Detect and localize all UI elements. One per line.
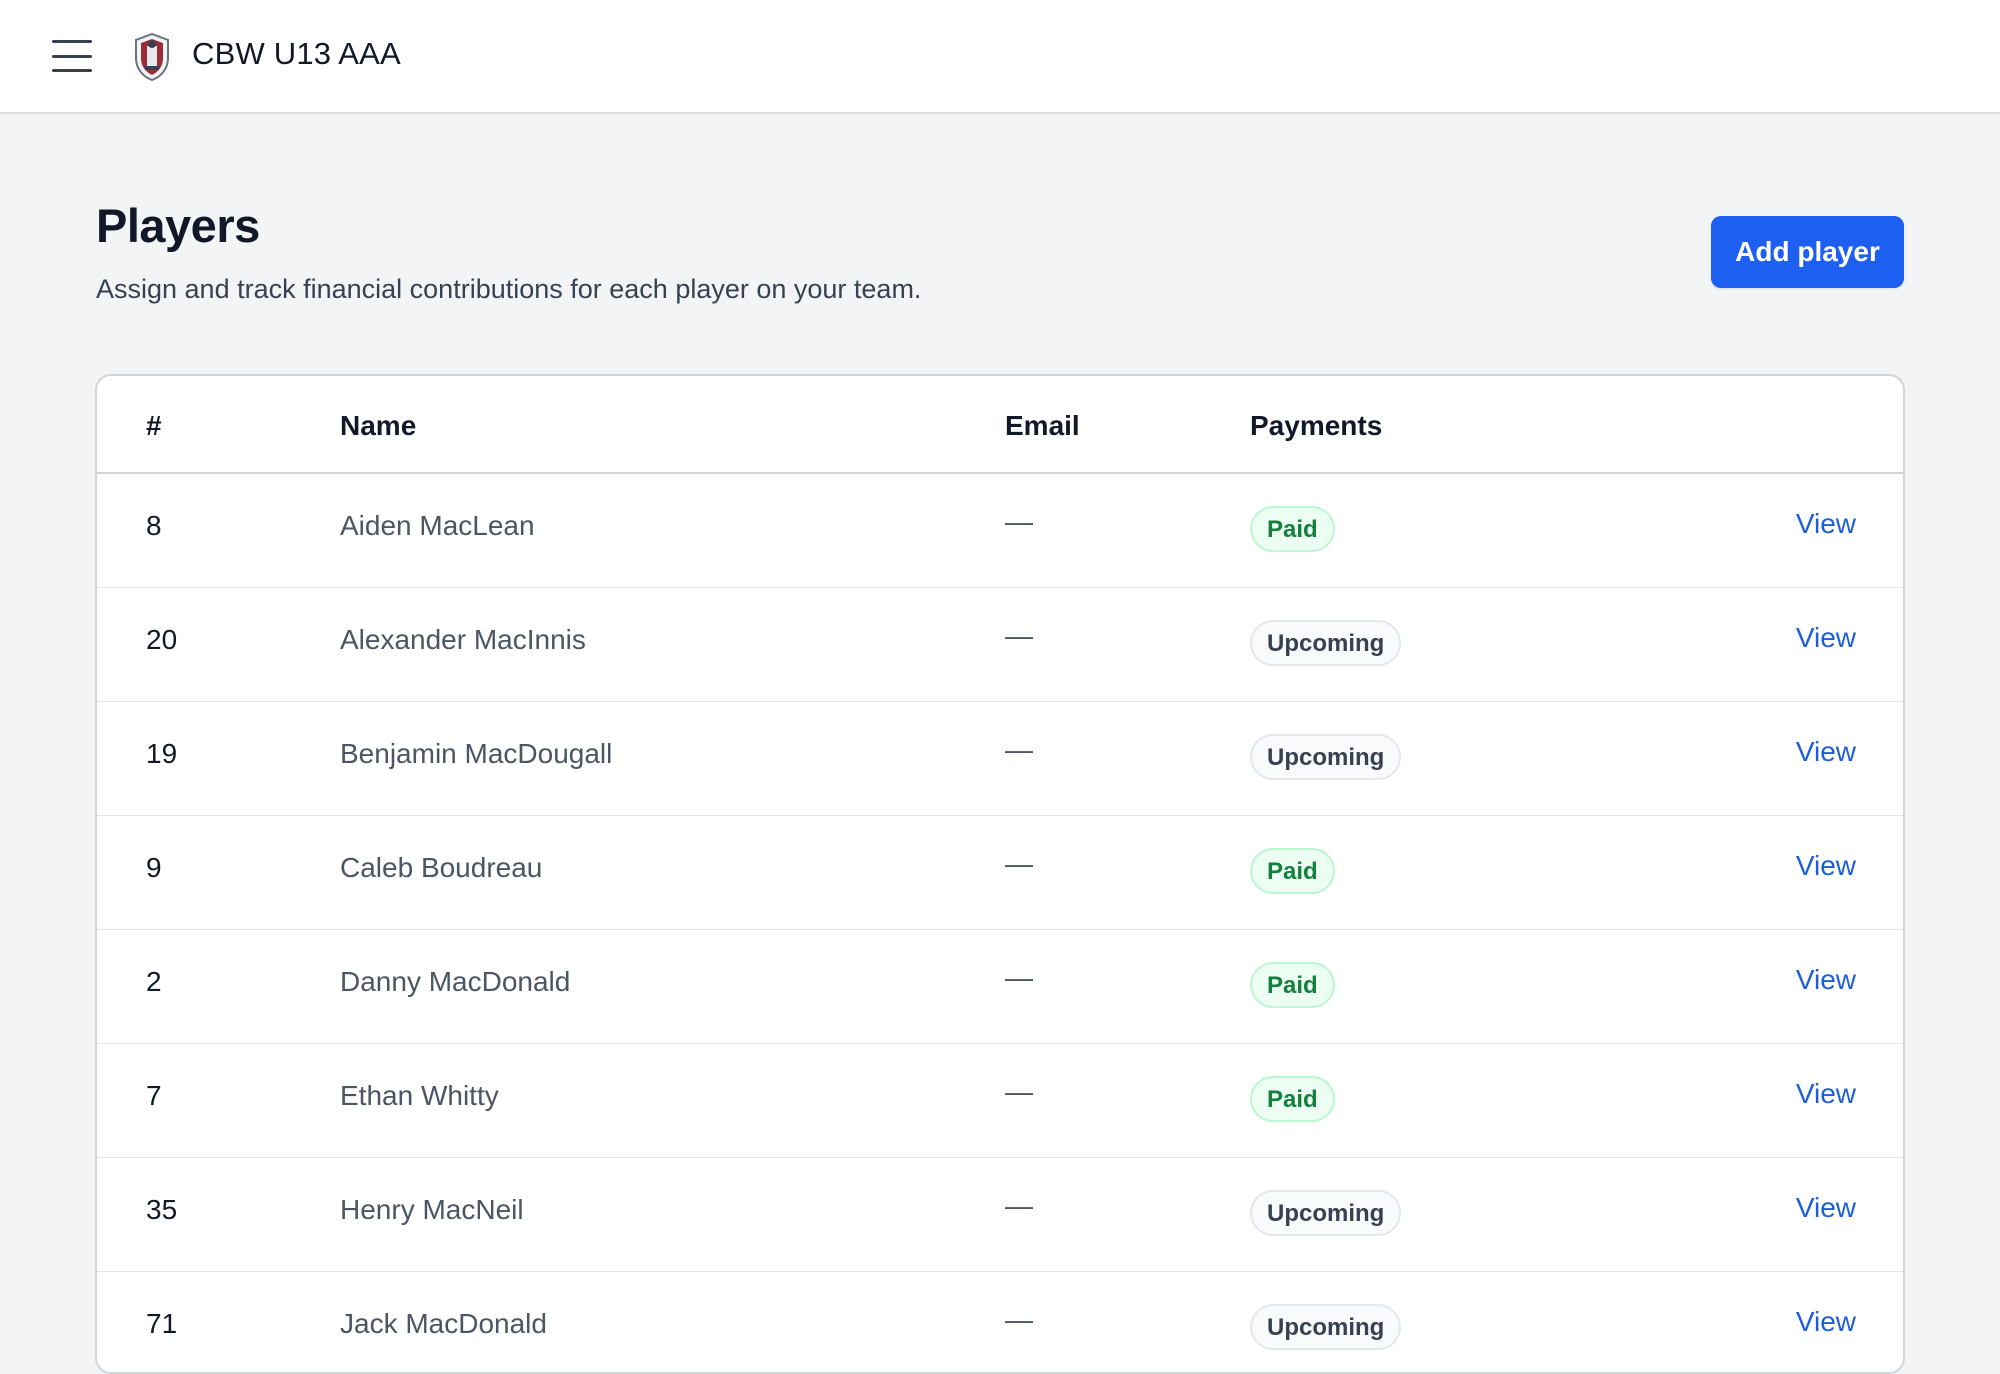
player-number: 2	[146, 966, 162, 997]
table-row: 8 Aiden MacLean — Paid View	[97, 474, 1903, 588]
player-email: —	[1005, 620, 1033, 651]
player-number: 20	[146, 624, 178, 655]
add-player-button[interactable]: Add player	[1711, 216, 1904, 288]
view-link[interactable]: View	[1796, 1306, 1856, 1338]
player-number: 71	[146, 1308, 178, 1339]
table-body: 8 Aiden MacLean — Paid View 20 Alexander MacIn…	[97, 474, 1903, 1372]
payment-status-badge: Upcoming	[1250, 1190, 1402, 1236]
player-number: 9	[146, 852, 162, 883]
page-title: Players	[96, 199, 260, 252]
payment-cell: Paid	[1250, 848, 1335, 894]
player-name: Aiden MacLean	[340, 510, 535, 541]
player-email: —	[1005, 734, 1033, 765]
page-subtitle: Assign and track financial contributions…	[96, 274, 922, 304]
column-header-name: Name	[340, 410, 417, 441]
payment-status-badge: Upcoming	[1250, 1304, 1402, 1350]
view-link[interactable]: View	[1796, 736, 1856, 768]
payment-cell: Paid	[1250, 962, 1335, 1008]
payment-status-badge: Upcoming	[1250, 734, 1402, 780]
player-number: 19	[146, 738, 178, 769]
player-email: —	[1005, 1076, 1033, 1107]
player-email: —	[1005, 1304, 1033, 1335]
player-number: 8	[146, 510, 162, 541]
hamburger-menu-icon[interactable]	[50, 38, 94, 74]
team-crest-logo	[135, 32, 169, 82]
player-email: —	[1005, 962, 1033, 993]
player-name: Ethan Whitty	[340, 1080, 499, 1111]
table-row: 71 Jack MacDonald — Upcoming View	[97, 1272, 1903, 1372]
player-name: Henry MacNeil	[340, 1194, 524, 1225]
player-number: 35	[146, 1194, 178, 1225]
player-name: Alexander MacInnis	[340, 624, 586, 655]
payment-status-badge: Paid	[1250, 848, 1335, 894]
view-link[interactable]: View	[1796, 964, 1856, 996]
view-link[interactable]: View	[1796, 1192, 1856, 1224]
top-bar: CBW U13 AAA	[0, 0, 2000, 112]
view-link[interactable]: View	[1796, 850, 1856, 882]
payment-status-badge: Paid	[1250, 1076, 1335, 1122]
view-link[interactable]: View	[1796, 622, 1856, 654]
player-name: Jack MacDonald	[340, 1308, 547, 1339]
player-name: Benjamin MacDougall	[340, 738, 613, 769]
player-email: —	[1005, 848, 1033, 879]
table-row: 9 Caleb Boudreau — Paid View	[97, 816, 1903, 930]
table-row: 19 Benjamin MacDougall — Upcoming View	[97, 702, 1903, 816]
player-email: —	[1005, 1190, 1033, 1221]
column-header-number: #	[146, 410, 162, 441]
player-name: Danny MacDonald	[340, 966, 571, 997]
table-row: 2 Danny MacDonald — Paid View	[97, 930, 1903, 1044]
payment-cell: Paid	[1250, 506, 1335, 552]
payment-status-badge: Paid	[1250, 962, 1335, 1008]
table-row: 35 Henry MacNeil — Upcoming View	[97, 1158, 1903, 1272]
table-header: # Name Email Payments	[97, 376, 1903, 474]
player-email: —	[1005, 506, 1033, 537]
payment-cell: Paid	[1250, 1076, 1335, 1122]
payment-cell: Upcoming	[1250, 620, 1402, 666]
payment-cell: Upcoming	[1250, 1190, 1402, 1236]
payment-cell: Upcoming	[1250, 734, 1402, 780]
view-link[interactable]: View	[1796, 1078, 1856, 1110]
view-link[interactable]: View	[1796, 508, 1856, 540]
player-number: 7	[146, 1080, 162, 1111]
payment-status-badge: Upcoming	[1250, 620, 1402, 666]
player-name: Caleb Boudreau	[340, 852, 543, 883]
table-row: 20 Alexander MacInnis — Upcoming View	[97, 588, 1903, 702]
team-name[interactable]: CBW U13 AAA	[192, 36, 401, 72]
column-header-payments: Payments	[1250, 410, 1383, 441]
column-header-email: Email	[1005, 410, 1080, 441]
payment-status-badge: Paid	[1250, 506, 1335, 552]
payment-cell: Upcoming	[1250, 1304, 1402, 1350]
table-row: 7 Ethan Whitty — Paid View	[97, 1044, 1903, 1158]
players-table: # Name Email Payments 8 Aiden MacLean — Pai…	[95, 374, 1905, 1374]
